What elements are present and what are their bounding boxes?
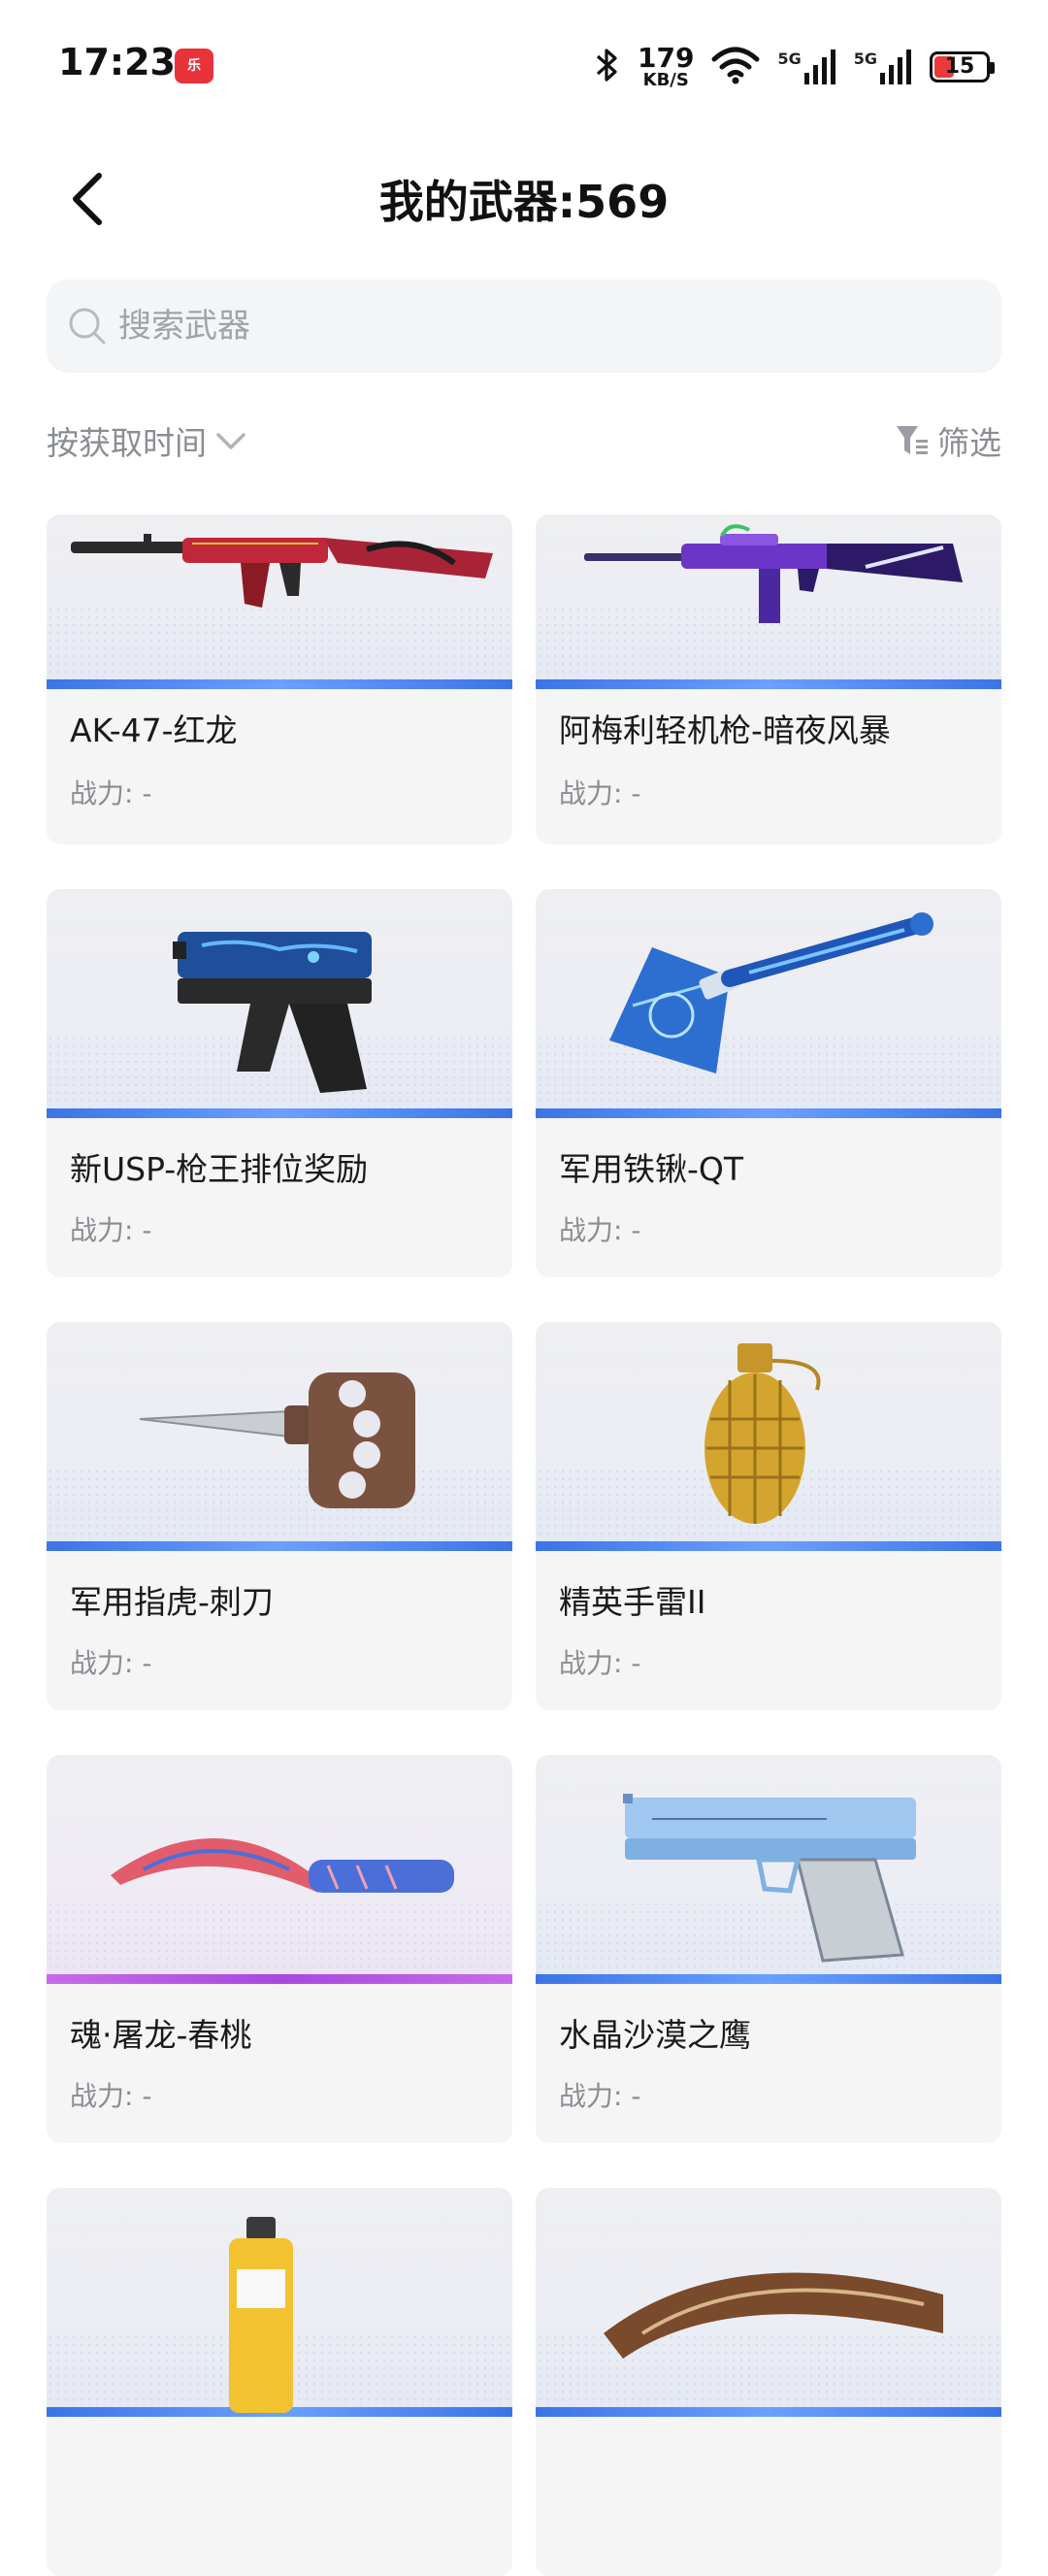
- search-bar[interactable]: [47, 280, 1001, 373]
- weapon-image: [47, 889, 512, 1118]
- weapon-power: 战力: -: [70, 777, 152, 809]
- weapon-name: 魂·屠龙-春桃: [70, 2016, 252, 2054]
- sort-dropdown[interactable]: 按获取时间: [47, 417, 247, 464]
- clock: 17:23: [58, 41, 176, 83]
- weapon-power: 战力: -: [559, 1214, 641, 1246]
- weapon-image: [47, 514, 512, 689]
- chevron-down-icon: [214, 429, 247, 452]
- header: 我的武器:569: [0, 146, 1048, 252]
- weapon-card[interactable]: [536, 2188, 1001, 2576]
- weapon-power: 战力: -: [559, 777, 641, 809]
- weapon-name: 军用指虎-刺刀: [70, 1583, 274, 1621]
- weapon-image: [536, 889, 1001, 1118]
- weapon-card[interactable]: 精英手雷II 战力: -: [536, 1322, 1001, 1710]
- weapon-name: AK-47-红龙: [70, 711, 238, 749]
- weapon-card[interactable]: AK-47-红龙 战力: -: [47, 514, 512, 844]
- weapon-name: 新USP-枪王排位奖励: [70, 1150, 369, 1188]
- sort-filter-bar: 按获取时间 筛选: [47, 417, 1001, 476]
- search-input[interactable]: [116, 306, 974, 347]
- cellular-signal-icon: 5G: [777, 50, 835, 84]
- weapon-power: 战力: -: [70, 1647, 152, 1679]
- weapon-power: 战力: -: [559, 2080, 641, 2112]
- weapon-card[interactable]: 新USP-枪王排位奖励 战力: -: [47, 889, 512, 1277]
- weapon-image: [47, 2188, 512, 2417]
- status-icons: 179 KB/S 5G 5G 15: [595, 42, 995, 91]
- weapon-power: 战力: -: [559, 1647, 641, 1679]
- weapon-name: 水晶沙漠之鹰: [559, 2016, 751, 2054]
- network-speed: 179 KB/S: [638, 42, 695, 90]
- weapon-card[interactable]: [47, 2188, 512, 2576]
- bluetooth-icon: [595, 46, 620, 88]
- weapon-card[interactable]: 阿梅利轻机枪-暗夜风暴 战力: -: [536, 514, 1001, 844]
- filter-icon: [895, 423, 930, 458]
- weapon-image: [47, 1322, 512, 1551]
- status-bar: 17:23 乐 179 KB/S 5G 5G 15: [0, 0, 1048, 126]
- weapon-power: 战力: -: [70, 1214, 152, 1246]
- page-title: 我的武器:569: [378, 176, 670, 228]
- battery-icon: 15: [930, 51, 995, 83]
- weapon-image: [536, 1755, 1001, 1984]
- sort-label: 按获取时间: [47, 424, 207, 462]
- battery-level: 15: [944, 54, 975, 79]
- weapon-image: [536, 514, 1001, 689]
- weapon-image: [536, 1322, 1001, 1551]
- weapon-name: 精英手雷II: [559, 1583, 706, 1621]
- weapon-power: 战力: -: [70, 2080, 152, 2112]
- weapon-name: 阿梅利轻机枪-暗夜风暴: [559, 711, 891, 749]
- filter-button[interactable]: 筛选: [895, 417, 1001, 464]
- weapon-card[interactable]: 魂·屠龙-春桃 战力: -: [47, 1755, 512, 2143]
- filter-label: 筛选: [937, 424, 1001, 462]
- weapon-card[interactable]: 水晶沙漠之鹰 战力: -: [536, 1755, 1001, 2143]
- weapon-image: [47, 1755, 512, 1984]
- cellular-signal-icon: 5G: [854, 50, 912, 84]
- weapon-image: [536, 2188, 1001, 2417]
- search-icon: [68, 307, 107, 346]
- weapon-name: 军用铁锹-QT: [559, 1150, 744, 1188]
- weapon-card[interactable]: 军用指虎-刺刀 战力: -: [47, 1322, 512, 1710]
- wifi-icon: [711, 46, 760, 88]
- weapon-card[interactable]: 军用铁锹-QT 战力: -: [536, 889, 1001, 1277]
- app-notification-icon: 乐: [175, 49, 213, 83]
